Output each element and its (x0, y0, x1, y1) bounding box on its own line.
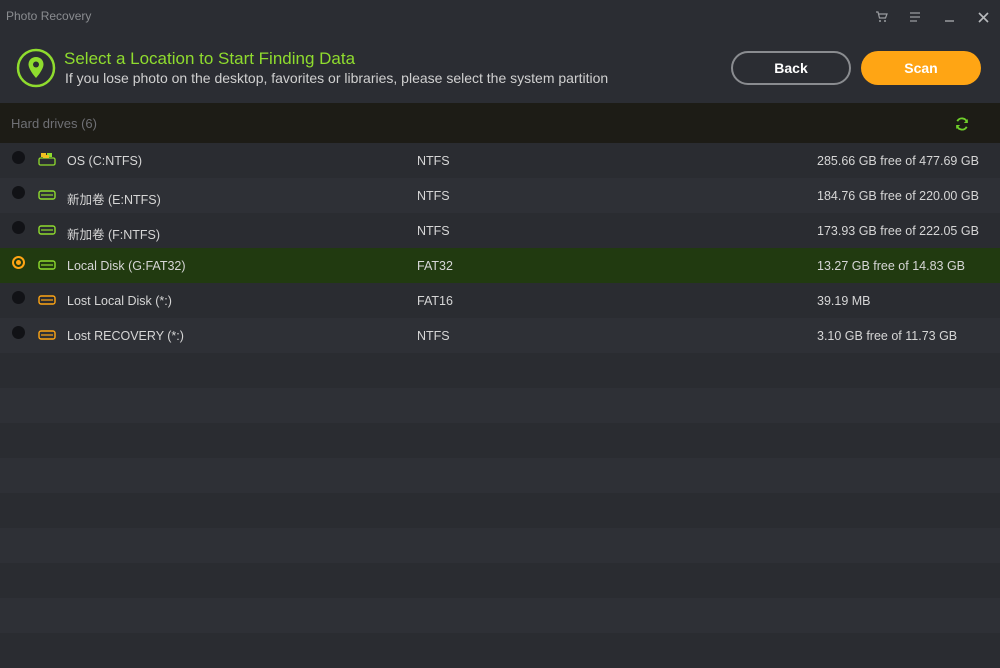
drive-icon (38, 187, 56, 201)
section-label: Hard drives (6) (11, 116, 97, 131)
drive-name: Local Disk (G:FAT32) (67, 259, 186, 273)
drive-filesystem: NTFS (417, 154, 450, 168)
drive-capacity: 3.10 GB free of 11.73 GB (817, 329, 958, 343)
drive-name: Lost RECOVERY (*:) (67, 329, 184, 343)
title-bar: Photo Recovery (0, 0, 1000, 34)
window-controls (864, 6, 1000, 28)
drive-radio[interactable] (12, 256, 25, 269)
system-drive-icon (38, 152, 56, 166)
drive-row[interactable]: Lost RECOVERY (*:) NTFS 3.10 GB free of 11… (0, 318, 1000, 353)
empty-row (0, 423, 1000, 458)
drive-radio[interactable] (12, 186, 25, 199)
lost-drive-icon (38, 292, 56, 306)
drive-filesystem: NTFS (417, 189, 450, 203)
drive-list: OS (C:NTFS) NTFS 285.66 GB free of 477.69 … (0, 143, 1000, 668)
drive-capacity: 13.27 GB free of 14.83 GB (817, 259, 966, 273)
empty-row (0, 563, 1000, 598)
drive-radio[interactable] (12, 291, 25, 304)
location-pin-icon (16, 48, 56, 88)
drive-capacity: 39.19 MB (817, 294, 871, 308)
empty-row (0, 353, 1000, 388)
drive-row[interactable]: 新加卷 (E:NTFS) NTFS 184.76 GB free of 220.00… (0, 178, 1000, 213)
drive-name: Lost Local Disk (*:) (67, 294, 172, 308)
drive-radio[interactable] (12, 221, 25, 234)
cart-icon[interactable] (864, 6, 898, 28)
close-icon[interactable] (966, 6, 1000, 28)
drive-filesystem: NTFS (417, 329, 450, 343)
drive-row[interactable]: Local Disk (G:FAT32) FAT32 13.27 GB free o… (0, 248, 1000, 283)
back-button[interactable]: Back (731, 51, 851, 85)
drive-row[interactable]: Lost Local Disk (*:) FAT16 39.19 MB (0, 283, 1000, 318)
drive-capacity: 173.93 GB free of 222.05 GB (817, 224, 979, 238)
drive-name: OS (C:NTFS) (67, 154, 142, 168)
empty-row (0, 598, 1000, 633)
lost-drive-icon (38, 327, 56, 341)
drive-capacity: 285.66 GB free of 477.69 GB (817, 154, 979, 168)
drive-radio[interactable] (12, 151, 25, 164)
empty-row (0, 388, 1000, 423)
drive-name: 新加卷 (F:NTFS) (67, 228, 161, 242)
drive-icon (38, 222, 56, 236)
empty-row (0, 493, 1000, 528)
drive-filesystem: NTFS (417, 224, 450, 238)
drive-row[interactable]: OS (C:NTFS) NTFS 285.66 GB free of 477.69 … (0, 143, 1000, 178)
menu-icon[interactable] (898, 6, 932, 28)
refresh-icon[interactable] (954, 116, 970, 132)
drive-row[interactable]: 新加卷 (F:NTFS) NTFS 173.93 GB free of 222.05… (0, 213, 1000, 248)
hard-drives-header: Hard drives (6) (0, 103, 1000, 143)
drive-filesystem: FAT32 (417, 259, 453, 273)
minimize-icon[interactable] (932, 6, 966, 28)
app-title: Photo Recovery (6, 9, 92, 23)
drive-filesystem: FAT16 (417, 294, 453, 308)
empty-row (0, 458, 1000, 493)
drive-icon (38, 257, 56, 271)
empty-row (0, 528, 1000, 563)
empty-row (0, 633, 1000, 668)
drive-capacity: 184.76 GB free of 220.00 GB (817, 189, 979, 203)
page-title: Select a Location to Start Finding Data (64, 49, 356, 68)
scan-button[interactable]: Scan (861, 51, 981, 85)
header: Select a Location to Start Finding Data … (0, 34, 1000, 102)
page-subtitle: If you lose photo on the desktop, favori… (65, 70, 609, 86)
drive-name: 新加卷 (E:NTFS) (67, 193, 161, 207)
drive-radio[interactable] (12, 326, 25, 339)
